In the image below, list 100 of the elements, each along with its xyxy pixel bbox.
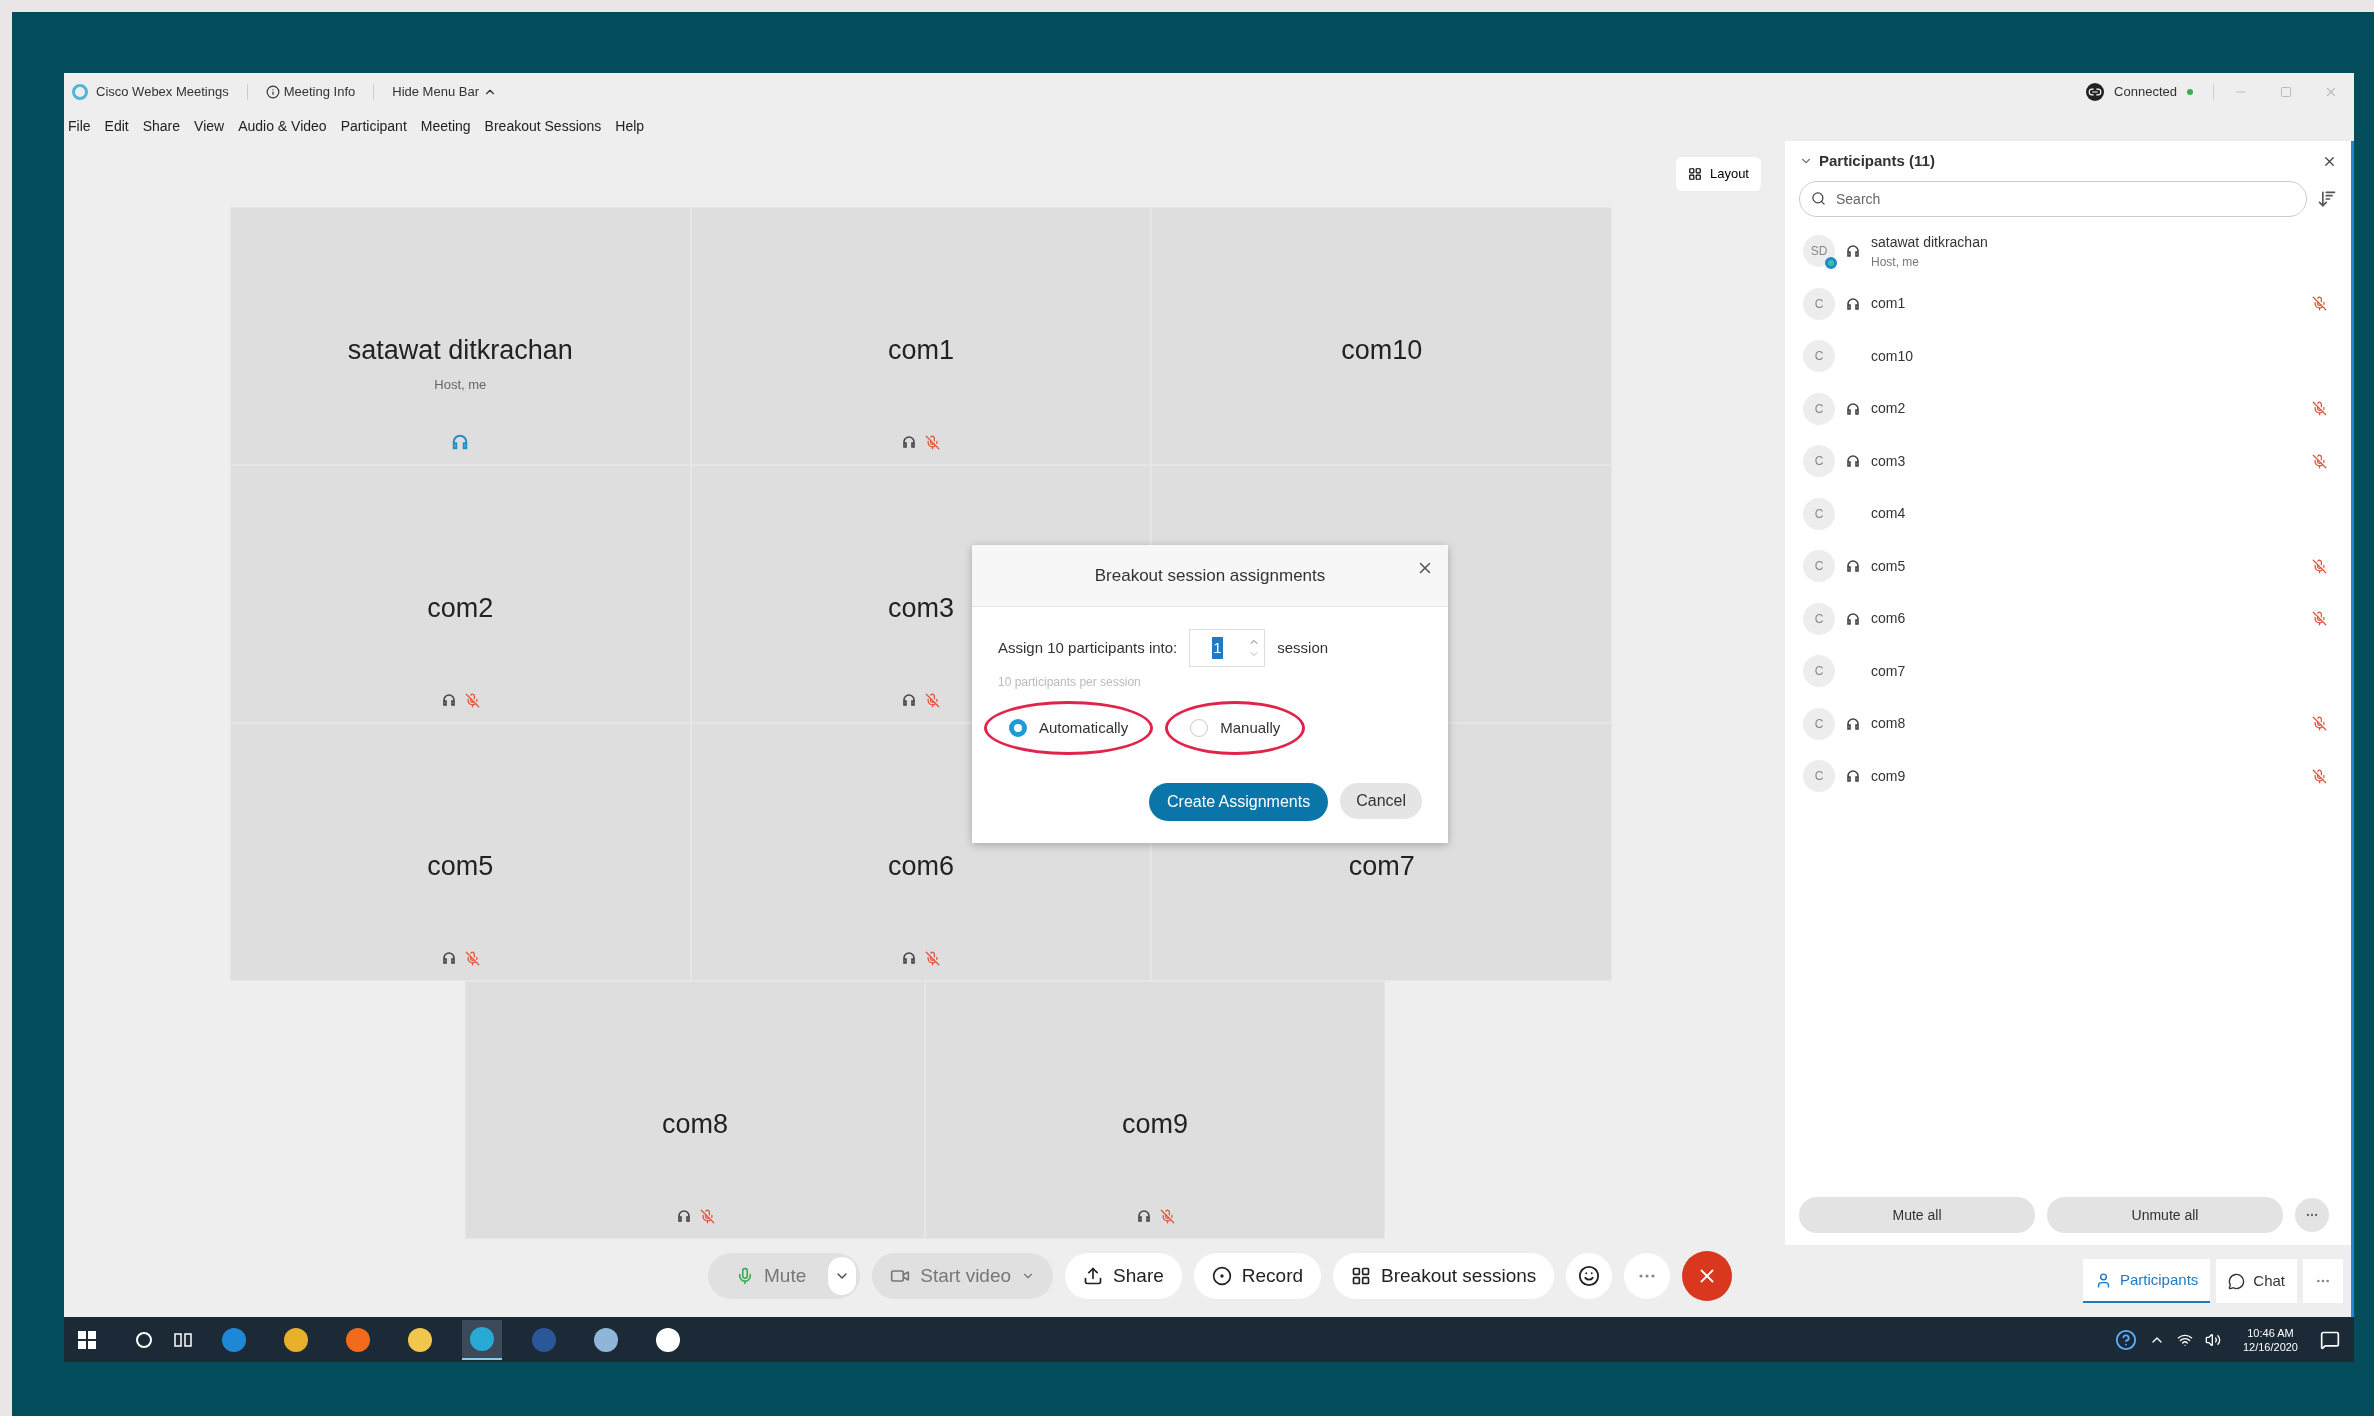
task-view-icon[interactable] — [174, 1331, 192, 1348]
info-icon — [265, 85, 280, 99]
end-meeting-button[interactable] — [1682, 1251, 1733, 1301]
hide-menu-bar-button[interactable]: Hide Menu Bar — [392, 82, 497, 102]
menu-item[interactable]: Participant — [340, 115, 407, 137]
app-icon — [408, 1327, 432, 1352]
avatar: C — [1803, 497, 1835, 530]
participant-row[interactable]: C com2 — [1799, 382, 2337, 435]
participant-name: com6 — [1871, 609, 1906, 629]
app-icon — [346, 1327, 370, 1352]
participant-row[interactable]: C com1 — [1799, 277, 2337, 330]
participant-name: com10 — [1341, 334, 1423, 367]
more-icon — [1639, 1274, 1656, 1278]
headset-icon — [1845, 558, 1861, 575]
avatar: C — [1803, 287, 1835, 320]
app-icon — [532, 1327, 556, 1352]
headset-icon — [1845, 453, 1861, 470]
panel-tab[interactable]: Chat — [2216, 1259, 2297, 1303]
menu-item[interactable]: Audio & Video — [238, 115, 327, 137]
participant-name: com2 — [1871, 399, 1906, 419]
menu-item[interactable]: Help — [615, 115, 645, 137]
avatar: C — [1803, 602, 1835, 635]
connection-status: Connected — [2114, 83, 2177, 102]
cancel-button[interactable]: Cancel — [1340, 783, 1422, 819]
share-icon — [1083, 1266, 1104, 1286]
participant-name: com5 — [427, 850, 494, 883]
panel-tab[interactable]: Participants — [2082, 1259, 2211, 1303]
headset-icon — [675, 1208, 692, 1224]
grid-icon — [1351, 1266, 1372, 1286]
radio-icon — [1190, 719, 1209, 737]
create-assignments-button[interactable]: Create Assignments — [1149, 783, 1329, 821]
participant-row[interactable]: C com4 — [1799, 487, 2337, 540]
sessions-unit: session — [1277, 637, 1329, 658]
mic-icon — [736, 1267, 754, 1285]
layout-button[interactable]: Layout — [1675, 157, 1761, 191]
menu-item[interactable]: Meeting — [420, 115, 471, 137]
participant-name: com4 — [1871, 504, 1906, 524]
participant-name: com9 — [1871, 766, 1906, 786]
panel-title: Participants (11) — [1819, 150, 1935, 171]
headset-icon — [1845, 715, 1861, 732]
participant-name: com10 — [1871, 346, 1914, 366]
help-icon[interactable] — [2114, 1328, 2137, 1351]
reactions-button[interactable] — [1566, 1253, 1613, 1299]
participant-role: Host, me — [434, 375, 487, 394]
participant-row[interactable]: C com7 — [1799, 645, 2337, 698]
radio-option[interactable]: Automatically — [984, 701, 1154, 755]
participant-row[interactable]: C com10 — [1799, 330, 2337, 383]
participant-name: com9 — [1122, 1108, 1188, 1141]
app-icon — [222, 1327, 246, 1352]
participant-row[interactable]: C com9 — [1799, 750, 2337, 803]
unmute-all-button[interactable]: Unmute all — [2047, 1197, 2283, 1233]
mute-label: Mute — [764, 1263, 807, 1288]
participant-name: com3 — [1871, 451, 1906, 471]
avatar: C — [1803, 655, 1835, 688]
menu-item[interactable]: Breakout Sessions — [484, 115, 602, 137]
search-icon[interactable] — [136, 1331, 152, 1348]
meeting-info-button[interactable]: Meeting Info — [265, 82, 356, 102]
clock-date: 12/16/2020 — [2242, 1339, 2298, 1354]
menu-item[interactable]: Share — [142, 115, 181, 137]
participant-row[interactable]: SD satawat ditkrachan Host, me — [1799, 225, 2337, 278]
share-button[interactable]: Share — [1065, 1253, 1182, 1299]
notifications-icon[interactable] — [2320, 1329, 2340, 1350]
participant-role: Host, me — [1871, 253, 1920, 271]
hint-text: 10 participants per session — [998, 674, 1142, 691]
search-field[interactable]: Search — [1799, 181, 2307, 217]
menu-item[interactable]: View — [194, 115, 225, 137]
windows-start-icon[interactable] — [78, 1330, 96, 1349]
menu-item[interactable]: Edit — [104, 115, 129, 137]
participant-name: com7 — [1348, 850, 1415, 883]
record-button[interactable]: Record — [1193, 1253, 1322, 1299]
app-title: Cisco Webex Meetings — [96, 83, 229, 102]
participant-name: com5 — [1871, 556, 1906, 576]
grid-icon — [1687, 167, 1702, 181]
app-icon — [470, 1326, 494, 1351]
participant-name: com6 — [887, 850, 954, 883]
speaker-icon[interactable] — [2204, 1331, 2221, 1348]
participant-row[interactable]: C com5 — [1799, 540, 2337, 593]
headset-icon — [1845, 768, 1861, 785]
sort-icon[interactable] — [2317, 189, 2337, 209]
participant-row[interactable]: C com3 — [1799, 435, 2337, 488]
taskbar-app-icon[interactable] — [462, 1319, 502, 1360]
avatar: C — [1803, 445, 1835, 478]
menu-item[interactable]: File — [68, 115, 91, 137]
selected-value: 1 — [1212, 636, 1223, 660]
avatar: SD — [1803, 235, 1835, 268]
headset-icon — [901, 434, 918, 450]
presence-icon — [1825, 257, 1837, 270]
record-icon — [1211, 1266, 1232, 1286]
participant-name: com1 — [1871, 294, 1906, 314]
participant-name: com1 — [887, 334, 954, 367]
headset-icon — [440, 950, 457, 966]
radio-option[interactable]: Manually — [1165, 701, 1306, 755]
breakout-sessions-button[interactable]: Breakout sessions — [1333, 1253, 1555, 1299]
participant-row[interactable]: C com6 — [1799, 592, 2337, 645]
mute-all-button[interactable]: Mute all — [1799, 1197, 2035, 1233]
participant-name: com8 — [662, 1108, 728, 1141]
avatar: C — [1803, 550, 1835, 583]
participant-name: com7 — [1871, 661, 1906, 681]
participant-row[interactable]: C com8 — [1799, 697, 2337, 750]
radio-icon — [1009, 719, 1027, 737]
